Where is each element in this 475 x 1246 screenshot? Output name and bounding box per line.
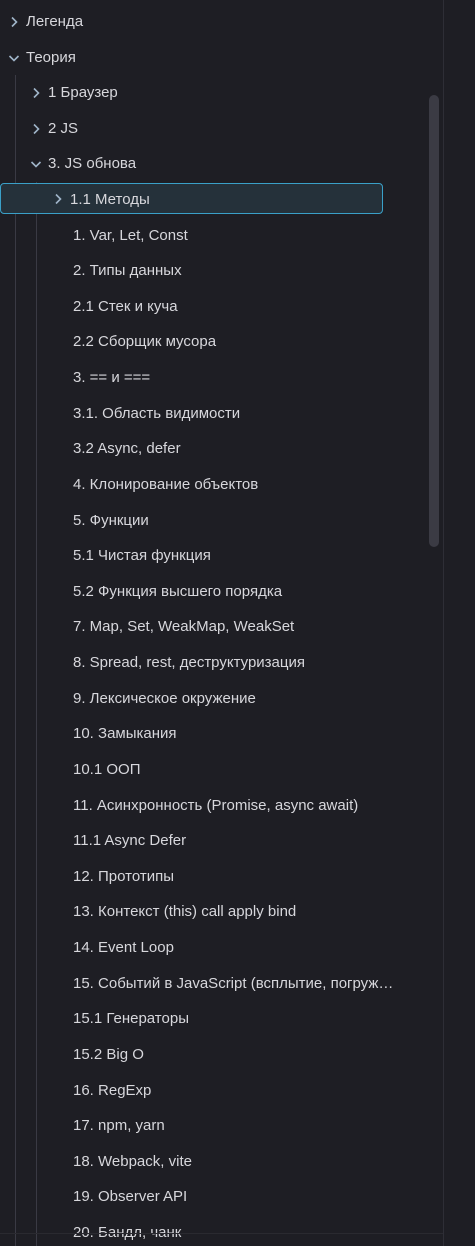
tree-leaf-label: 4. Клонирование объектов xyxy=(73,476,259,493)
tree-leaf[interactable]: 3. == и === xyxy=(73,361,413,395)
tree-leaf-label: 2.2 Сборщик мусора xyxy=(73,333,217,350)
tree-leaf-label: 3.2 Async, defer xyxy=(73,440,181,457)
tree-leaf-label: 15.2 Big O xyxy=(73,1046,144,1063)
tree-leaf-label: 5.1 Чистая функция xyxy=(73,547,211,564)
tree-leaf-label: 5.2 Функция высшего порядка xyxy=(73,583,283,600)
tree-leaf-label: 12. Прототипы xyxy=(73,868,175,885)
tree-leaf[interactable]: 10. Замыкания xyxy=(73,717,413,751)
tree-leaf[interactable]: 3.1. Область видимости xyxy=(73,397,413,431)
tree-leaf-label: 13. Контекст (this) call apply bind xyxy=(73,903,297,920)
chevron-down-icon xyxy=(4,41,26,75)
tree-leaf-label: 10.1 ООП xyxy=(73,761,141,778)
tree-leaf[interactable]: 16. RegExp xyxy=(73,1074,413,1108)
tree-leaf[interactable]: 14. Event Loop xyxy=(73,931,413,965)
tree-leaf[interactable]: 13. Контекст (this) call apply bind xyxy=(73,895,413,929)
tree-leaf-label: 11. Асинхронность (Promise, async await) xyxy=(73,797,359,814)
tree-item-legend[interactable]: Легенда xyxy=(4,5,424,39)
tree-leaf[interactable]: 2.1 Стек и куча xyxy=(73,290,413,324)
tree-leaf[interactable]: 10.1 ООП xyxy=(73,753,413,787)
tree-leaf[interactable]: 3.2 Async, defer xyxy=(73,432,413,466)
tree-leaf[interactable]: 4. Клонирование объектов xyxy=(73,468,413,502)
tree-leaf[interactable]: 18. Webpack, vite xyxy=(73,1145,413,1179)
tree-leaf[interactable]: 11. Асинхронность (Promise, async await) xyxy=(73,789,413,823)
tree-leaf[interactable]: 15. Событий в JavaScript (всплытие, погр… xyxy=(73,967,400,1001)
tree-leaf[interactable]: 17. npm, yarn xyxy=(73,1109,413,1143)
tree-leaf-label: 19. Observer API xyxy=(73,1188,188,1205)
tree-leaf-label: 3.1. Область видимости xyxy=(73,405,241,422)
tree-item-label: 2 JS xyxy=(48,120,79,137)
tree-leaf-label: 10. Замыкания xyxy=(73,725,177,742)
tree-leaf-label: 1. Var, Let, Const xyxy=(73,227,188,244)
tree-leaf[interactable]: 2.2 Сборщик мусора xyxy=(73,325,413,359)
chevron-right-icon xyxy=(4,5,26,39)
indent-guide-theory xyxy=(15,75,16,1246)
tree-leaf[interactable]: 11.1 Async Defer xyxy=(73,824,413,858)
tree-item-js[interactable]: 2 JS xyxy=(26,112,424,146)
file-tree: Легенда Теория 1 Браузер 2 JS 3. JS обно… xyxy=(0,0,443,1246)
tree-item-methods[interactable]: 1.1 Методы xyxy=(0,183,383,214)
tree-leaf[interactable]: 5. Функции xyxy=(73,504,413,538)
tree-leaf[interactable]: 19. Observer API xyxy=(73,1180,413,1214)
tree-leaf-label: 3. == и === xyxy=(73,369,151,386)
chevron-right-icon xyxy=(26,112,48,146)
tree-leaf-label: 2. Типы данных xyxy=(73,262,182,279)
tree-item-label: 1.1 Методы xyxy=(70,191,150,208)
tree-leaf[interactable]: 5.2 Функция высшего порядка xyxy=(73,575,413,609)
tree-leaf-label: 17. npm, yarn xyxy=(73,1117,165,1134)
indent-guide-js-update xyxy=(36,182,37,1246)
tree-leaf[interactable]: 8. Spread, rest, деструктуризация xyxy=(73,646,413,680)
tree-leaf-label: 11.1 Async Defer xyxy=(73,832,187,849)
scrollbar-thumb[interactable] xyxy=(429,95,439,547)
tree-leaf-label: 2.1 Стек и куча xyxy=(73,298,178,315)
tree-item-label: Теория xyxy=(26,49,76,66)
tree-leaf-label: 5. Функции xyxy=(73,512,149,529)
tree-leaf-label: 14. Event Loop xyxy=(73,939,174,956)
tree-item-browser[interactable]: 1 Браузер xyxy=(26,76,424,110)
tree-leaf[interactable]: 15.2 Big O xyxy=(73,1038,413,1072)
tree-item-js-update[interactable]: 3. JS обнова xyxy=(26,147,424,181)
chevron-right-icon xyxy=(26,76,48,110)
panel-bottom-divider xyxy=(0,1233,443,1234)
chevron-right-icon xyxy=(48,184,70,213)
tree-leaf[interactable]: 15.1 Генераторы xyxy=(73,1002,413,1036)
tree-item-label: Легенда xyxy=(26,13,84,30)
tree-item-theory[interactable]: Теория xyxy=(4,41,424,75)
tree-leaf[interactable]: 9. Лексическое окружение xyxy=(73,682,413,716)
tree-leaf[interactable]: 5.1 Чистая функция xyxy=(73,539,413,573)
panel-divider xyxy=(443,0,444,1246)
tree-item-label: 3. JS обнова xyxy=(48,155,137,172)
tree-leaf[interactable]: 1. Var, Let, Const xyxy=(73,219,413,253)
tree-leaf-label: 15.1 Генераторы xyxy=(73,1010,189,1027)
tree-leaf[interactable]: 20. Бандл, чанк xyxy=(73,1216,413,1246)
tree-leaf-label: 9. Лексическое окружение xyxy=(73,690,256,707)
tree-leaf[interactable]: 2. Типы данных xyxy=(73,254,413,288)
tree-leaf[interactable]: 12. Прототипы xyxy=(73,860,413,894)
tree-leaf-label: 16. RegExp xyxy=(73,1082,152,1099)
tree-leaf-label: 8. Spread, rest, деструктуризация xyxy=(73,654,305,671)
tree-leaf-label: 18. Webpack, vite xyxy=(73,1153,192,1170)
chevron-down-icon xyxy=(26,147,48,181)
tree-item-label: 1 Браузер xyxy=(48,84,118,101)
tree-leaf-label: 7. Map, Set, WeakMap, WeakSet xyxy=(73,618,295,635)
tree-leaf[interactable]: 7. Map, Set, WeakMap, WeakSet xyxy=(73,610,413,644)
tree-leaf-label: 15. Событий в JavaScript (всплытие, погр… xyxy=(73,975,400,992)
